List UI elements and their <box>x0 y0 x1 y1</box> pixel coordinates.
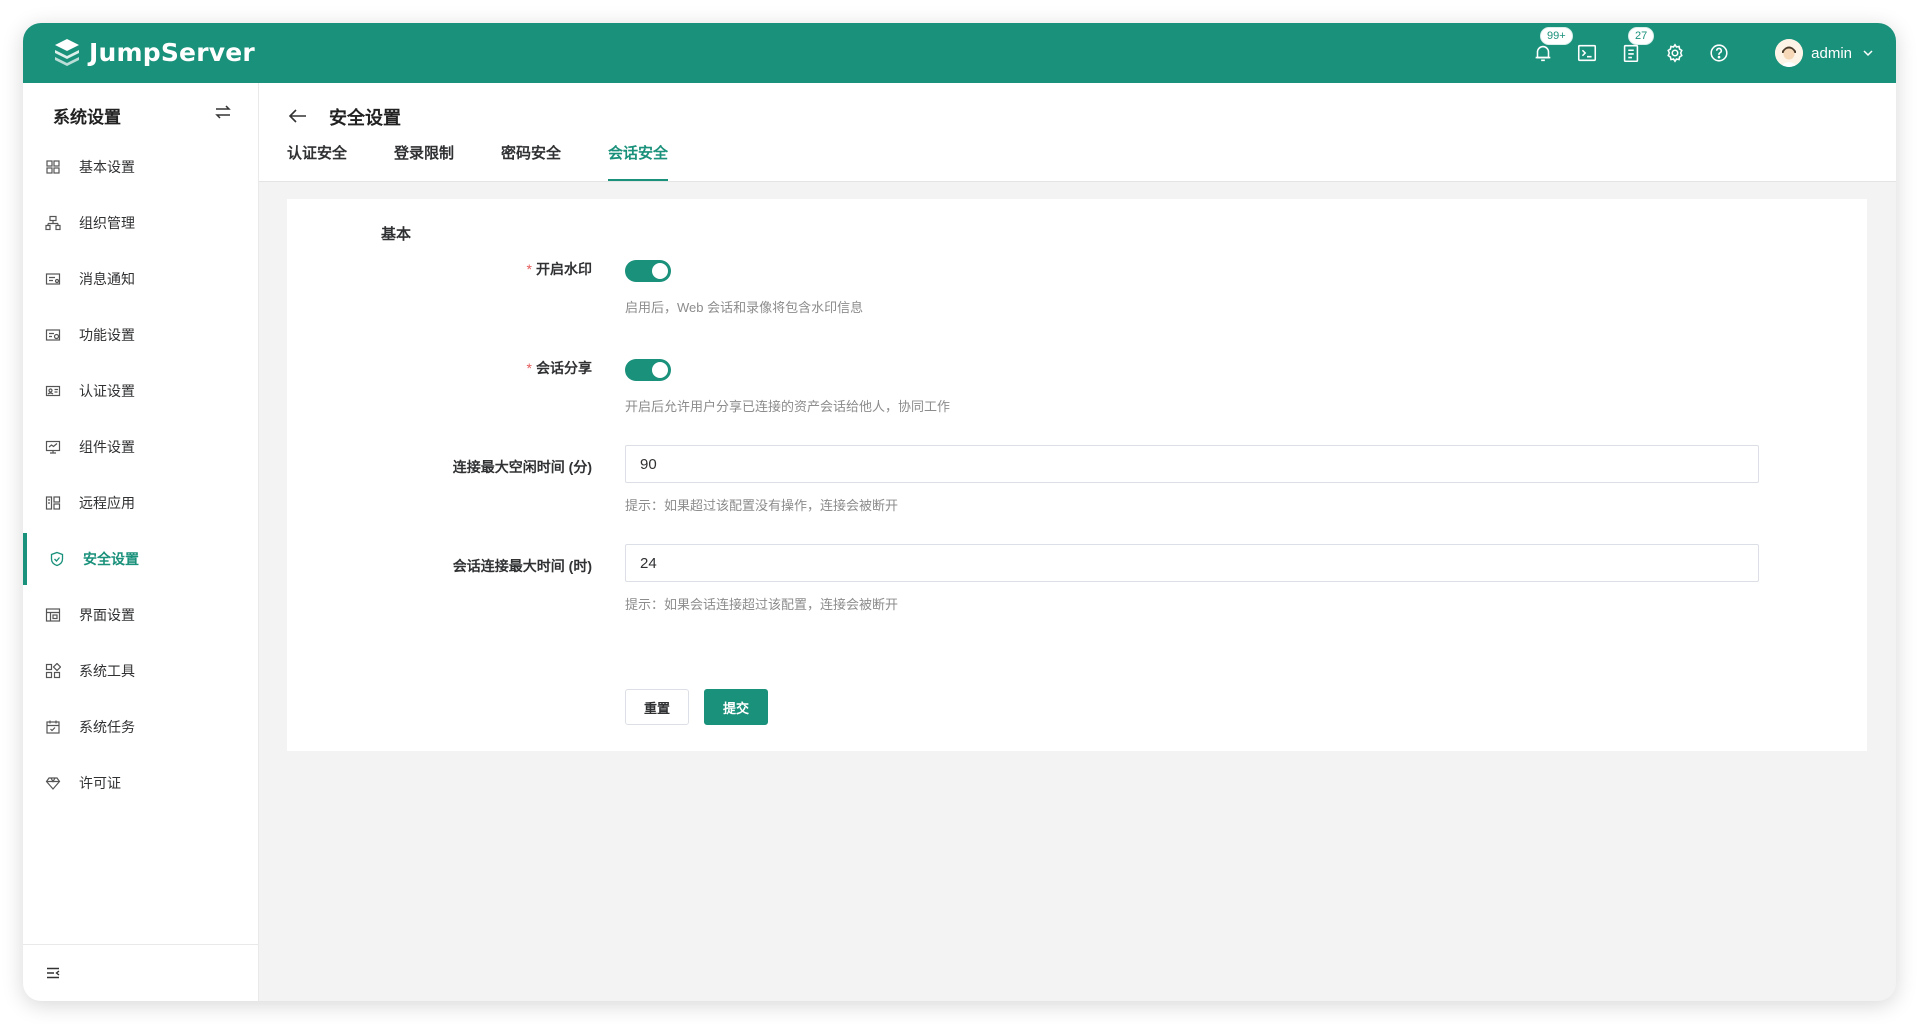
sidebar-item-label: 认证设置 <box>79 383 135 399</box>
avatar-face-icon <box>1775 39 1804 67</box>
apps-icon <box>45 496 61 510</box>
page-title: 安全设置 <box>329 108 401 128</box>
max-session-label: 会话连接最大时间 (时) <box>452 558 592 574</box>
sidebar-item-remote-apps[interactable]: 远程应用 <box>23 475 258 531</box>
tab-bar: 认证安全 登录限制 密码安全 会话安全 <box>287 143 715 181</box>
required-mark: * <box>526 360 532 376</box>
tickets-button[interactable]: 27 <box>1620 27 1655 64</box>
switch-knob <box>652 362 668 378</box>
main-content: 安全设置 认证安全 登录限制 密码安全 会话安全 基本 * 开启水印 启用后，We… <box>259 83 1896 1001</box>
sidebar-title: 系统设置 <box>53 108 121 127</box>
session-share-help: 开启后允许用户分享已连接的资产会话给他人，协同工作 <box>625 399 951 414</box>
sidebar-item-label: 组件设置 <box>79 439 135 455</box>
id-card-icon <box>45 385 61 397</box>
grid-icon <box>46 160 60 174</box>
sidebar-item-label: 系统任务 <box>79 719 135 735</box>
idle-timeout-input[interactable] <box>625 445 1759 483</box>
required-mark: * <box>526 261 532 277</box>
watermark-switch[interactable] <box>625 260 671 282</box>
sidebar-item-interface[interactable]: 界面设置 <box>23 587 258 643</box>
tab-login-limit[interactable]: 登录限制 <box>394 143 454 181</box>
collapse-menu-icon[interactable] <box>45 965 61 981</box>
sidebar-item-label: 功能设置 <box>79 327 135 343</box>
sidebar-menu: 基本设置 组织管理 消息通知 功能设置 认证设置 组件设置 远程应用 安全设置 … <box>23 139 258 811</box>
tickets-badge: 27 <box>1628 27 1655 45</box>
notifications-badge: 99+ <box>1540 27 1573 45</box>
settings-button[interactable] <box>1664 42 1686 64</box>
feature-icon <box>45 329 61 341</box>
switch-knob <box>652 263 668 279</box>
sidebar-item-tools[interactable]: 系统工具 <box>23 643 258 699</box>
switch-view-icon[interactable] <box>213 102 233 122</box>
chevron-down-icon <box>1863 50 1873 57</box>
reset-button[interactable]: 重置 <box>625 689 689 725</box>
sidebar-item-org[interactable]: 组织管理 <box>23 195 258 251</box>
org-icon <box>45 215 61 231</box>
top-header: JumpServer 99+ 27 admin <box>23 23 1896 83</box>
sidebar-item-notifications[interactable]: 消息通知 <box>23 251 258 307</box>
sidebar-item-tasks[interactable]: 系统任务 <box>23 699 258 755</box>
message-icon <box>45 273 61 285</box>
terminal-icon <box>1577 44 1597 62</box>
tab-session-security[interactable]: 会话安全 <box>608 143 669 181</box>
idle-timeout-help: 提示：如果超过该配置没有操作，连接会被断开 <box>625 498 899 513</box>
help-icon <box>1710 44 1728 62</box>
session-share-label-text: 会话分享 <box>536 360 592 376</box>
tab-auth-security[interactable]: 认证安全 <box>287 143 347 181</box>
sidebar-item-label: 远程应用 <box>79 495 135 511</box>
sidebar-item-label: 消息通知 <box>79 271 135 287</box>
monitor-icon <box>45 440 61 454</box>
tab-password-security[interactable]: 密码安全 <box>501 143 561 181</box>
idle-timeout-label: 连接最大空闲时间 (分) <box>452 459 592 475</box>
notifications-button[interactable]: 99+ <box>1532 27 1573 64</box>
watermark-label: * 开启水印 <box>527 259 592 279</box>
calendar-icon <box>46 720 60 734</box>
user-name: admin <box>1811 44 1852 62</box>
watermark-help: 启用后，Web 会话和录像将包含水印信息 <box>625 300 864 315</box>
max-session-help: 提示：如果会话连接超过该配置，连接会被断开 <box>625 597 899 612</box>
watermark-label-text: 开启水印 <box>536 261 592 277</box>
page-header: 安全设置 认证安全 登录限制 密码安全 会话安全 <box>259 83 1896 182</box>
tools-icon <box>45 663 61 679</box>
sidebar-item-label: 系统工具 <box>79 663 135 679</box>
clipboard-icon <box>1623 44 1639 63</box>
session-share-switch[interactable] <box>625 359 671 381</box>
session-share-label: * 会话分享 <box>527 358 592 378</box>
settings-form: 基本 * 开启水印 启用后，Web 会话和录像将包含水印信息 * 会话分享 开启后允… <box>287 199 1867 751</box>
app-window: JumpServer 99+ 27 admin 系统设置 基本设置 组织管理 消… <box>23 23 1896 1001</box>
back-arrow-icon[interactable] <box>287 105 309 127</box>
user-menu[interactable]: admin <box>1775 39 1874 67</box>
shield-icon <box>50 551 64 567</box>
sidebar-item-features[interactable]: 功能设置 <box>23 307 258 363</box>
sidebar-item-label: 基本设置 <box>79 159 135 175</box>
brand-name: JumpServer <box>89 37 255 67</box>
sidebar-item-label: 组织管理 <box>79 215 135 231</box>
section-title: 基本 <box>381 226 412 243</box>
layout-icon <box>45 608 61 622</box>
sidebar-item-basic[interactable]: 基本设置 <box>23 139 258 195</box>
sidebar: 系统设置 基本设置 组织管理 消息通知 功能设置 认证设置 组件设置 远程应用 … <box>23 83 259 1001</box>
jumpserver-logo-icon <box>55 39 79 66</box>
sidebar-item-label: 界面设置 <box>79 607 135 623</box>
submit-button[interactable]: 提交 <box>704 689 768 725</box>
sidebar-item-components[interactable]: 组件设置 <box>23 419 258 475</box>
sidebar-item-license[interactable]: 许可证 <box>23 755 258 811</box>
sidebar-item-security[interactable]: 安全设置 <box>23 531 258 587</box>
gear-icon <box>1667 43 1683 63</box>
sidebar-item-label: 安全设置 <box>83 551 139 567</box>
diamond-icon <box>45 777 61 790</box>
logo[interactable]: JumpServer <box>51 36 255 68</box>
sidebar-item-auth[interactable]: 认证设置 <box>23 363 258 419</box>
sidebar-footer <box>23 944 258 1001</box>
help-button[interactable] <box>1708 42 1730 64</box>
max-session-input[interactable] <box>625 544 1759 582</box>
bell-icon <box>1535 45 1551 62</box>
web-terminal-button[interactable] <box>1576 42 1598 64</box>
avatar <box>1775 39 1804 67</box>
sidebar-item-label: 许可证 <box>79 775 121 791</box>
